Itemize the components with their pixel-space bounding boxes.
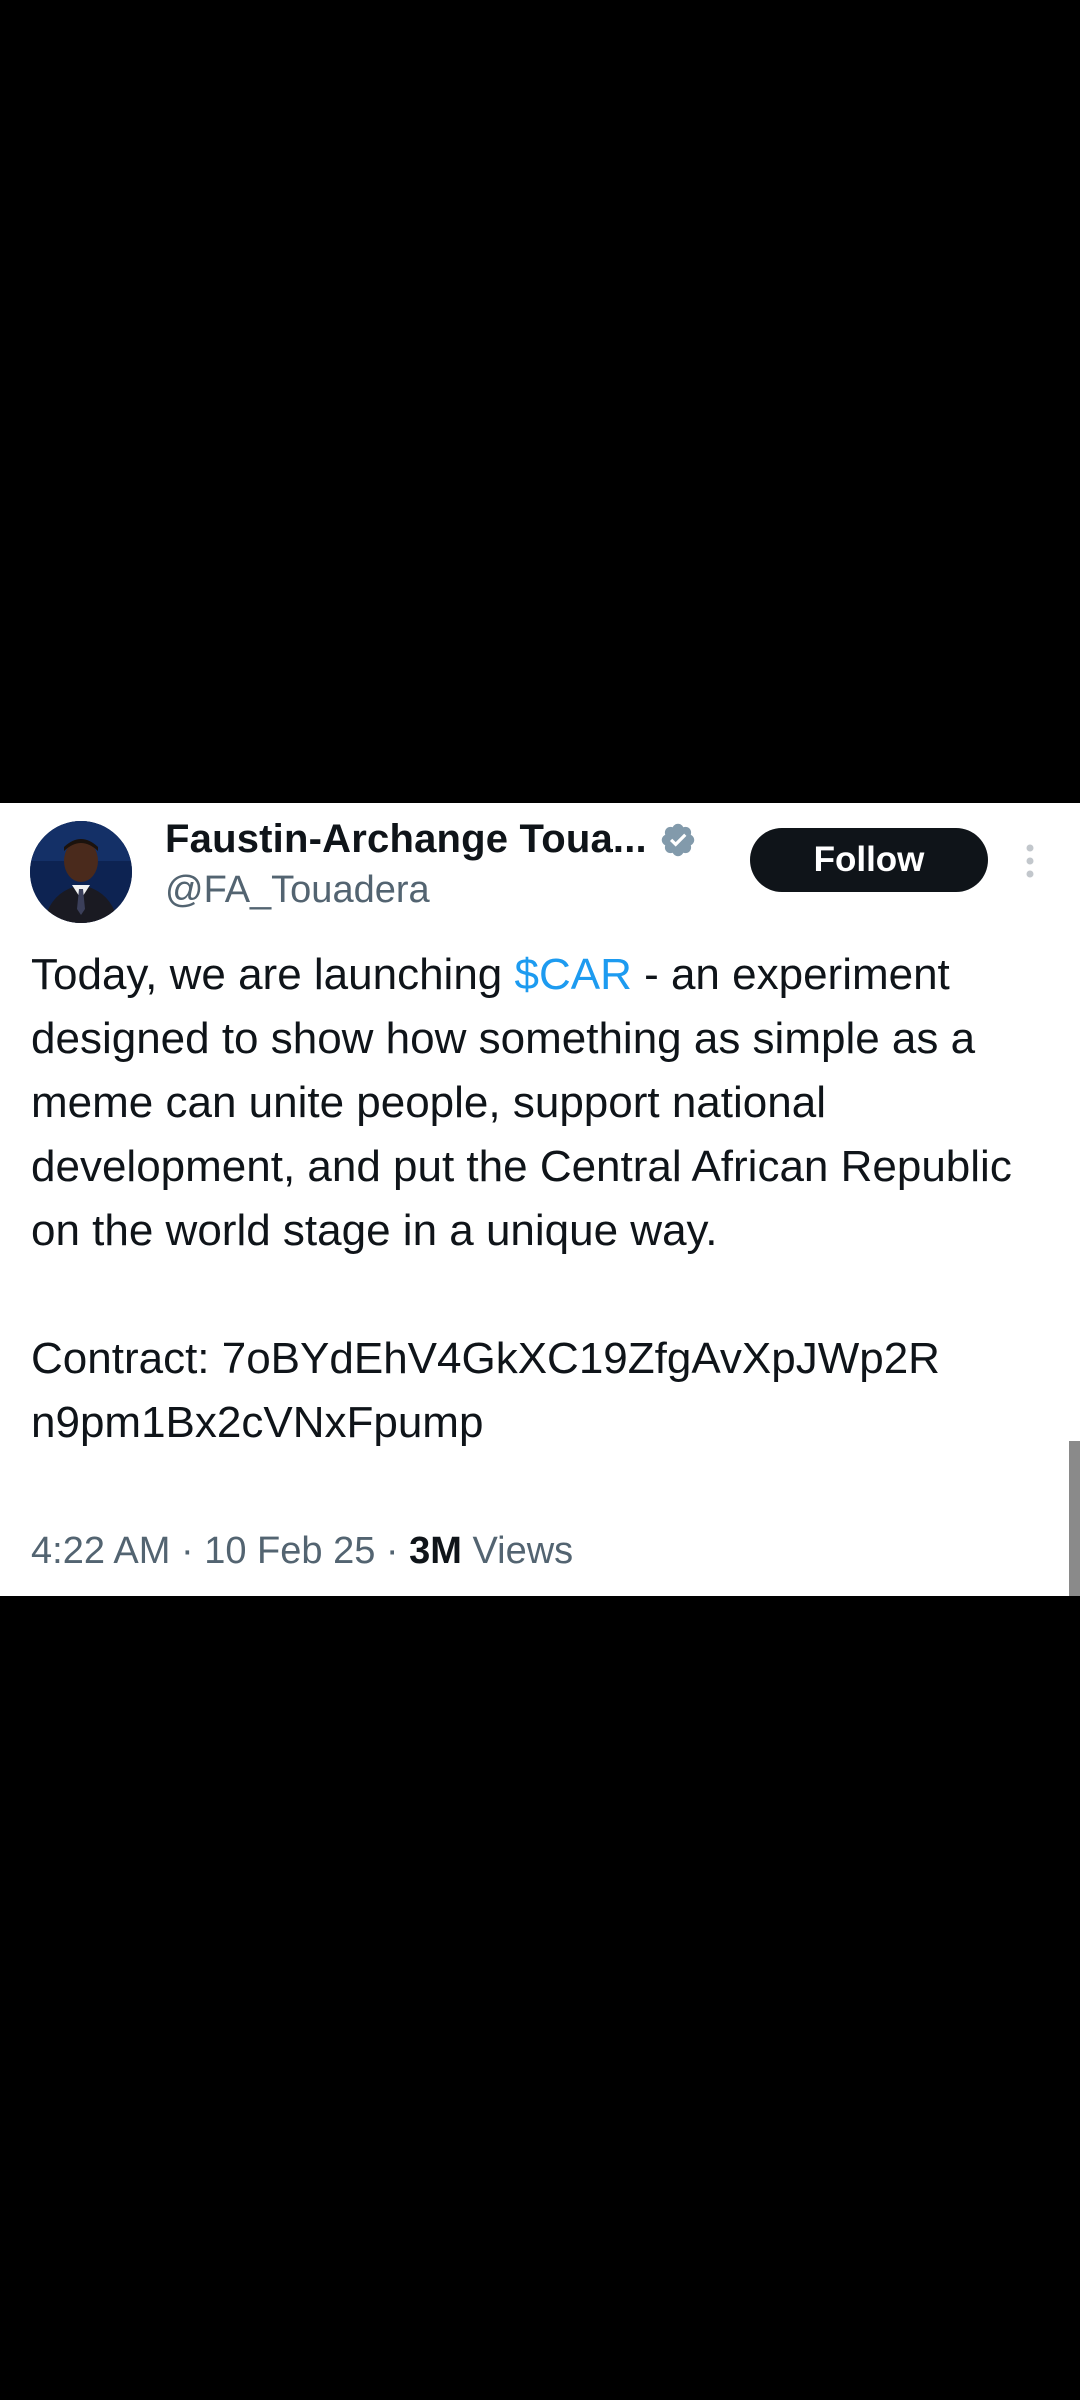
tweet-meta: 4:22 AM · 10 Feb 25 · 3M Views: [31, 1530, 573, 1573]
views-count[interactable]: 3M: [409, 1530, 462, 1572]
contract-line-1: Contract: 7oBYdEhV4GkXC19ZfgAvXpJWp2R: [31, 1334, 940, 1383]
author-name-row[interactable]: Faustin-Archange Toua...: [165, 817, 697, 862]
contract-line-2: n9pm1Bx2cVNxFpump: [31, 1398, 484, 1447]
meta-separator-2: ·: [375, 1530, 410, 1572]
views-label[interactable]: Views: [462, 1530, 573, 1572]
contract-paragraph: Contract: 7oBYdEhV4GkXC19ZfgAvXpJWp2R n9p…: [31, 1327, 1061, 1455]
more-vertical-icon[interactable]: [1016, 841, 1044, 881]
tweet-text-intro: Today, we are launching: [31, 950, 515, 999]
cashtag-link[interactable]: $CAR: [514, 950, 631, 999]
profile-avatar[interactable]: [30, 821, 132, 923]
author-display-name[interactable]: Faustin-Archange Toua...: [165, 817, 647, 862]
author-handle[interactable]: @FA_Touadera: [165, 869, 430, 912]
tweet-time[interactable]: 4:22 AM: [31, 1530, 170, 1572]
meta-separator: ·: [170, 1530, 205, 1572]
scrollbar[interactable]: [1069, 1441, 1080, 1596]
tweet-paragraph: Today, we are launching $CAR - an experi…: [31, 943, 1061, 1263]
follow-button[interactable]: Follow: [750, 828, 988, 892]
verified-badge-icon[interactable]: [659, 821, 697, 859]
tweet-date[interactable]: 10 Feb 25: [204, 1530, 375, 1572]
tweet-text: Today, we are launching $CAR - an experi…: [31, 943, 1061, 1455]
tweet-card[interactable]: Faustin-Archange Toua... @FA_Touadera Fo…: [0, 803, 1080, 1596]
